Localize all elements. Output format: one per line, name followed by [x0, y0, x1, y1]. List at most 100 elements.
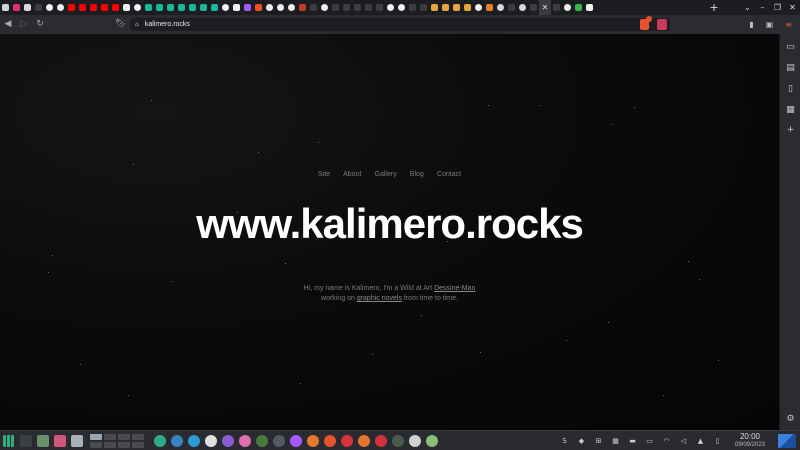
sidebar-toggle-icon[interactable]: ▮	[749, 15, 753, 34]
app-launcher-icon[interactable]	[2, 434, 15, 447]
browser-tab[interactable]	[462, 0, 473, 15]
browser-tab[interactable]	[143, 0, 154, 15]
graphic-novels-link[interactable]: graphic novels	[357, 295, 402, 302]
browser-tab[interactable]	[484, 0, 495, 15]
browser-tab[interactable]	[451, 0, 462, 15]
browser-tab[interactable]	[198, 0, 209, 15]
folder-icon[interactable]: ▬	[626, 434, 639, 447]
browser-tab[interactable]	[22, 0, 33, 15]
clock[interactable]: 20:00 09/09/2023	[726, 432, 774, 449]
browser-tab[interactable]	[77, 0, 88, 15]
desktop-2[interactable]	[103, 432, 117, 441]
url-text[interactable]: kalimero.rocks	[145, 21, 190, 28]
browser-tab[interactable]	[165, 0, 176, 15]
file-manager-icon[interactable]	[36, 434, 49, 447]
editor-icon[interactable]	[255, 434, 268, 447]
network-icon[interactable]: ⊞	[592, 434, 605, 447]
display-icon[interactable]: ▭	[643, 434, 656, 447]
forward-button[interactable]: ▷	[16, 15, 32, 34]
browser-tab[interactable]	[286, 0, 297, 15]
refresh-icon[interactable]	[153, 434, 166, 447]
expand-icon[interactable]: ▲	[694, 434, 707, 447]
browser-tab[interactable]	[99, 0, 110, 15]
browser-tab[interactable]	[352, 0, 363, 15]
browser-tab[interactable]	[308, 0, 319, 15]
desktop-4[interactable]	[131, 432, 145, 441]
desktop-7[interactable]	[117, 440, 131, 449]
desktop-6[interactable]	[103, 440, 117, 449]
browser-tab[interactable]	[385, 0, 396, 15]
vivaldi-icon[interactable]	[374, 434, 387, 447]
browser-tab[interactable]	[110, 0, 121, 15]
skype-icon[interactable]: S	[558, 434, 571, 447]
address-bar[interactable]: ⌂ kalimero.rocks 文 ⋖	[130, 18, 670, 31]
nav-link-about[interactable]: About	[343, 171, 361, 178]
browser-tab[interactable]	[121, 0, 132, 15]
nav-link-blog[interactable]: Blog	[410, 171, 424, 178]
browser-tab[interactable]	[209, 0, 220, 15]
close-window-button[interactable]: ✕	[785, 0, 800, 15]
terminal-check-icon[interactable]	[391, 434, 404, 447]
brave-icon[interactable]	[323, 434, 336, 447]
reading-list-icon[interactable]: ▦	[780, 105, 800, 115]
dropbox-icon[interactable]: ◆	[575, 434, 588, 447]
browser-tab[interactable]	[33, 0, 44, 15]
browser-tab[interactable]	[231, 0, 242, 15]
new-tab-button[interactable]: +	[706, 0, 722, 15]
browser-tab[interactable]	[55, 0, 66, 15]
browser-tab[interactable]	[396, 0, 407, 15]
browser-tab[interactable]	[528, 0, 539, 15]
browser-tab[interactable]	[220, 0, 231, 15]
browser-tab[interactable]	[319, 0, 330, 15]
browser-tab[interactable]	[66, 0, 77, 15]
stack-icon[interactable]	[70, 434, 83, 447]
browser-tab[interactable]	[440, 0, 451, 15]
desktop-pager[interactable]	[89, 432, 147, 449]
browser-tab[interactable]	[363, 0, 374, 15]
desktop-3[interactable]	[117, 432, 131, 441]
browser-tab[interactable]	[341, 0, 352, 15]
browser-tab[interactable]	[154, 0, 165, 15]
browser-tab[interactable]	[330, 0, 341, 15]
browser-tab[interactable]	[573, 0, 584, 15]
browser-tab[interactable]	[264, 0, 275, 15]
browser-tab[interactable]	[132, 0, 143, 15]
bus-icon[interactable]	[425, 434, 438, 447]
firefox-icon[interactable]	[357, 434, 370, 447]
browser-tab[interactable]	[0, 0, 11, 15]
minimize-button[interactable]: –	[755, 0, 770, 15]
browser-tab[interactable]	[495, 0, 506, 15]
volume-icon[interactable]: ◁	[677, 434, 690, 447]
wallet-icon[interactable]: ▤	[780, 63, 800, 73]
browser-tab[interactable]	[242, 0, 253, 15]
battery-icon[interactable]: ▯	[711, 434, 724, 447]
calendar-icon[interactable]: ▦	[609, 434, 622, 447]
brave-rewards-icon[interactable]	[657, 19, 667, 30]
site-info-icon[interactable]: ⌂	[135, 21, 139, 28]
browser-tab[interactable]	[562, 0, 573, 15]
browser-tab[interactable]	[297, 0, 308, 15]
browser-tab[interactable]	[407, 0, 418, 15]
wallet-icon[interactable]: ▣	[766, 15, 774, 34]
dessine-man-link[interactable]: Dessine-Man	[434, 285, 475, 292]
wifi-icon[interactable]: ◠	[660, 434, 673, 447]
maximize-button[interactable]: ❐	[770, 0, 785, 15]
browser-tab[interactable]	[275, 0, 286, 15]
terminal-icon[interactable]	[19, 434, 32, 447]
bookmark-icon[interactable]: 🔖︎	[115, 15, 126, 34]
figma-icon[interactable]	[289, 434, 302, 447]
browser-tab[interactable]	[176, 0, 187, 15]
browser-tab[interactable]	[584, 0, 595, 15]
desktop-5[interactable]	[89, 440, 103, 449]
menu-icon[interactable]: ≡	[785, 15, 792, 34]
download-icon[interactable]	[53, 434, 66, 447]
reload-button[interactable]: ↻	[32, 15, 48, 34]
tab-search-button[interactable]: ⌄	[740, 0, 755, 15]
desktop-8[interactable]	[131, 440, 145, 449]
show-desktop-button[interactable]	[778, 433, 796, 448]
color-wheel-icon[interactable]	[238, 434, 251, 447]
browser-tab[interactable]	[473, 0, 484, 15]
browser-tab[interactable]	[506, 0, 517, 15]
browser-tab[interactable]	[11, 0, 22, 15]
nav-link-contact[interactable]: Contact	[437, 171, 461, 178]
